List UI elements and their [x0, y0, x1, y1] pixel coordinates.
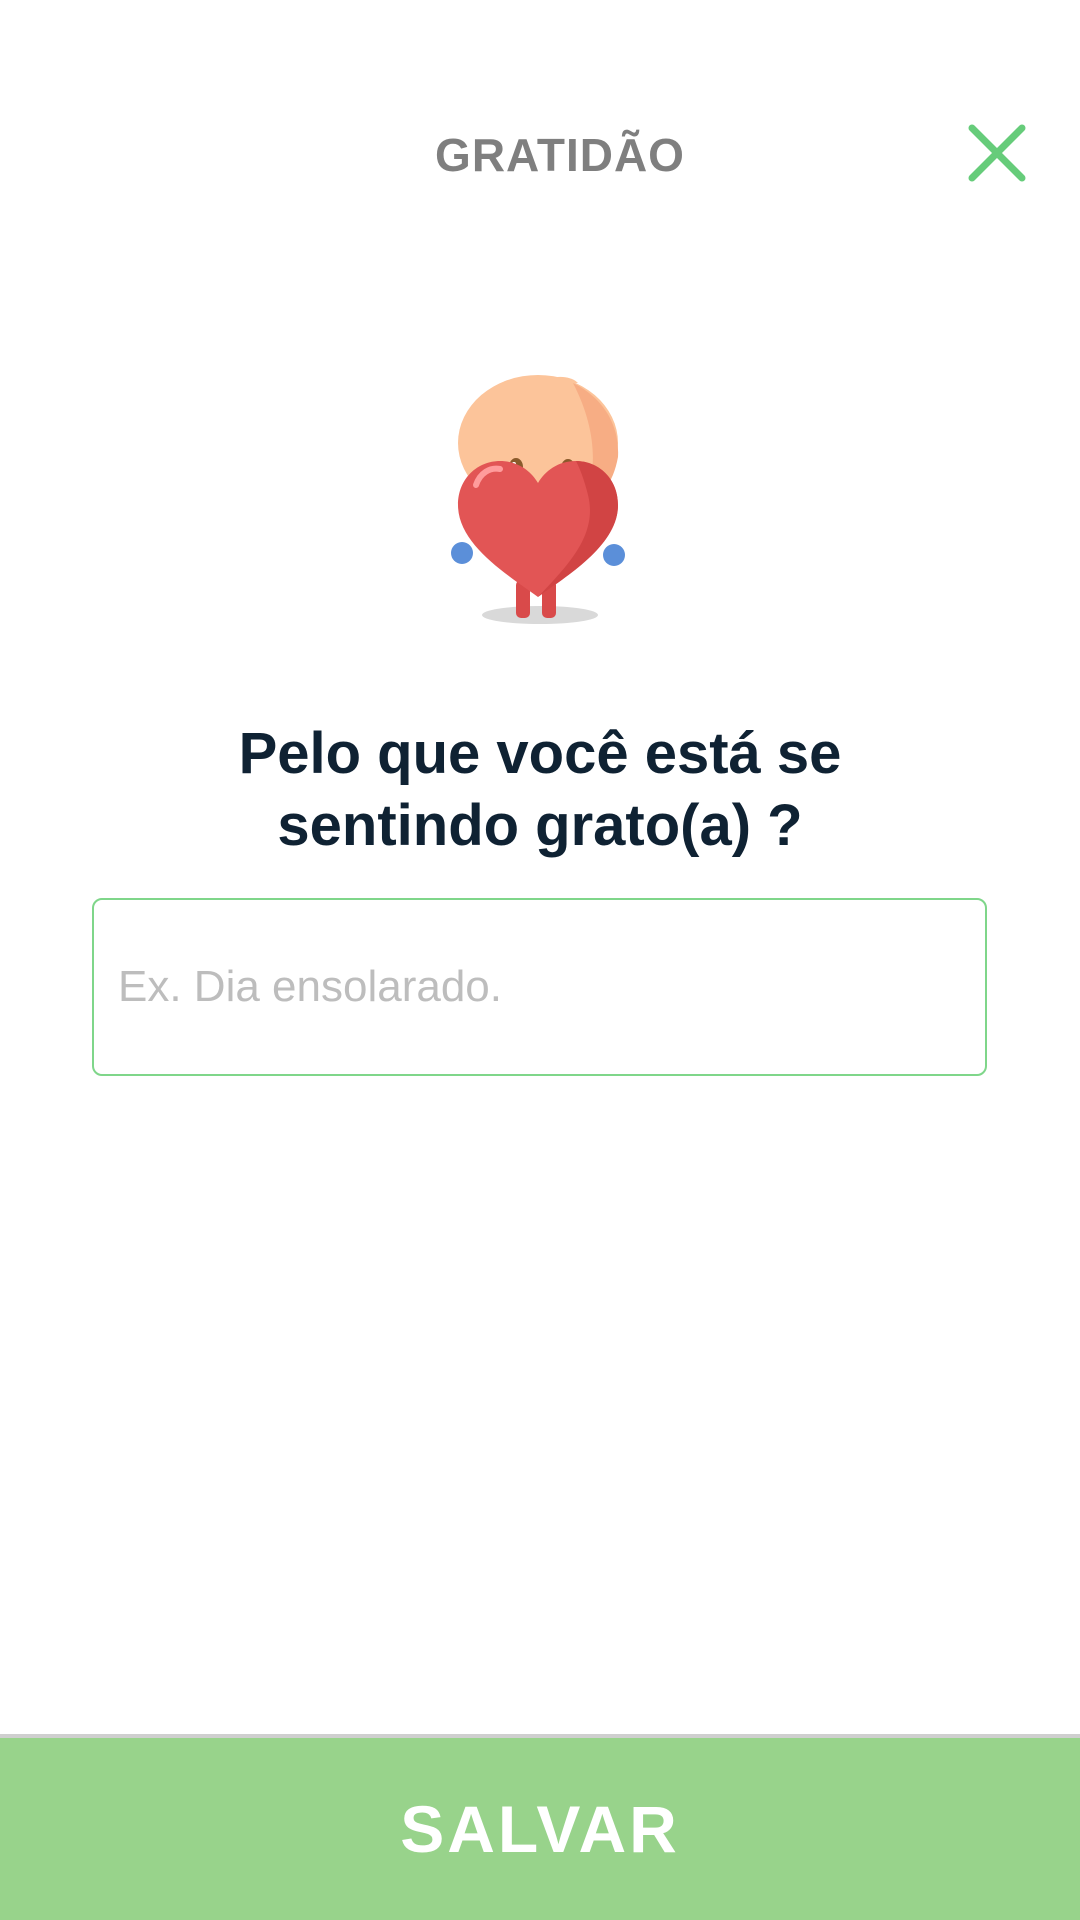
- gratitude-input-field: [92, 898, 987, 1076]
- gratitude-input[interactable]: [94, 900, 985, 1074]
- close-icon: [968, 124, 1026, 182]
- question-heading: Pelo que você está se sentindo grato(a) …: [140, 718, 940, 862]
- header: GRATIDÃO: [0, 0, 1080, 310]
- page-title: GRATIDÃO: [435, 129, 685, 181]
- close-button[interactable]: [962, 118, 1032, 188]
- save-button[interactable]: SALVAR: [0, 1738, 1080, 1920]
- gratitude-screen: GRATIDÃO Pelo que você está se sentindo …: [0, 0, 1080, 1920]
- heart-mascot-icon: [448, 375, 628, 630]
- question-line-2: sentindo grato(a) ?: [277, 793, 803, 858]
- question-line-1: Pelo que você está se: [238, 721, 842, 786]
